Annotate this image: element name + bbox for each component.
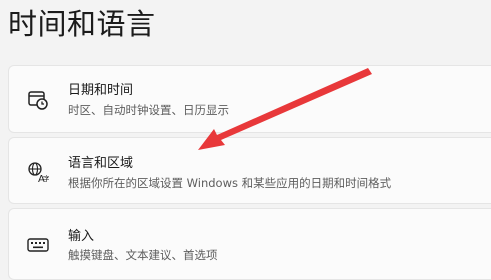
settings-item-title: 日期和时间 (68, 83, 134, 98)
settings-item-description: 根据你所在的区域设置 Windows 和某些应用的日期和时间格式 (68, 176, 392, 190)
settings-item-language-region[interactable]: A 字 语言和区域 根据你所在的区域设置 Windows 和某些应用的日期和时间… (8, 137, 491, 204)
settings-item-date-time[interactable]: 日期和时间 时区、自动时钟设置、日历显示 (8, 65, 491, 133)
language-globe-icon: A 字 (27, 161, 50, 185)
settings-item-description: 触摸键盘、文本建议、首选项 (68, 248, 218, 262)
clock-calendar-icon (27, 89, 49, 111)
page-title: 时间和语言 (8, 7, 156, 41)
keyboard-icon (27, 234, 49, 256)
settings-item-title: 语言和区域 (68, 156, 134, 171)
svg-text:字: 字 (43, 174, 49, 183)
settings-item-description: 时区、自动时钟设置、日历显示 (68, 103, 229, 117)
settings-item-input[interactable]: 输入 触摸键盘、文本建议、首选项 (8, 208, 491, 280)
settings-item-title: 输入 (68, 229, 95, 244)
